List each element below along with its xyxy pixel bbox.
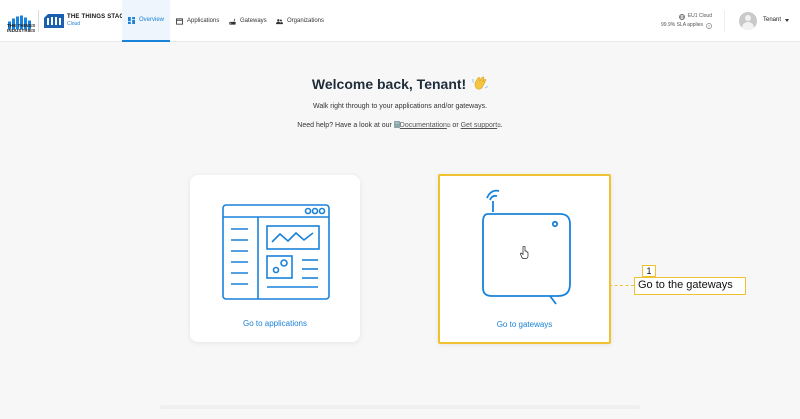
nav-organizations[interactable]: Organizations bbox=[276, 0, 336, 42]
go-to-applications-link[interactable]: Go to applications bbox=[190, 319, 360, 328]
top-header: THE THINGS INDUSTRIES THE THINGS STACK C… bbox=[0, 0, 800, 42]
help-prefix: Need help? Have a look at our bbox=[297, 122, 392, 129]
footer-divider bbox=[160, 405, 640, 409]
nav-applications-label: Applications bbox=[187, 18, 220, 24]
documentation-link[interactable]: Documentation bbox=[400, 122, 447, 129]
user-divider bbox=[724, 10, 725, 32]
tts-wordmark: THE THINGS STACK bbox=[67, 14, 129, 20]
intro-text: Walk right through to your applications … bbox=[312, 103, 488, 110]
tti-wordmark: THE THINGS INDUSTRIES bbox=[7, 23, 36, 33]
support-link[interactable]: Get support bbox=[461, 122, 498, 129]
nav-organizations-label: Organizations bbox=[287, 18, 325, 24]
help-circle-icon[interactable]: ? bbox=[706, 22, 712, 29]
globe-icon bbox=[678, 13, 685, 20]
user-name[interactable]: Tenant bbox=[763, 17, 781, 23]
cluster-info[interactable]: EU1 Cloud 99.9% SLA applies ? bbox=[661, 12, 712, 30]
nav-gateways[interactable]: Gateways bbox=[229, 0, 269, 42]
help-or: or bbox=[452, 122, 459, 129]
help-period: . bbox=[500, 122, 503, 129]
the-things-stack-logo[interactable] bbox=[44, 14, 64, 28]
user-avatar[interactable] bbox=[739, 12, 757, 30]
brand-divider bbox=[38, 10, 39, 32]
annotation-connector bbox=[609, 285, 634, 286]
welcome-text: Welcome back, Tenant! bbox=[311, 76, 467, 92]
nav-applications[interactable]: Applications bbox=[176, 0, 224, 42]
cluster-name: EU1 Cloud bbox=[687, 13, 712, 19]
nav-gateways-label: Gateways bbox=[240, 18, 267, 24]
annotation-number: 1 bbox=[642, 265, 656, 277]
chevron-down-icon[interactable] bbox=[785, 19, 789, 22]
dashboard-icon bbox=[127, 16, 135, 24]
page-title: Welcome back, Tenant! bbox=[0, 75, 800, 92]
nav-overview[interactable]: Overview bbox=[122, 0, 170, 42]
external-link-icon: ⧉ bbox=[446, 123, 451, 129]
gateways-card[interactable]: Go to gateways bbox=[438, 174, 611, 344]
application-window-icon bbox=[176, 17, 183, 25]
hand-pointer-cursor-icon bbox=[520, 246, 529, 259]
annotation-label: Go to the gateways bbox=[634, 277, 746, 295]
people-icon bbox=[276, 18, 283, 24]
application-illustration-icon bbox=[222, 204, 330, 300]
tts-edition: Cloud bbox=[67, 21, 81, 27]
nav-overview-label: Overview bbox=[138, 17, 164, 23]
sla-text: 99.9% SLA applies bbox=[661, 22, 703, 28]
go-to-gateways-link[interactable]: Go to gateways bbox=[440, 320, 609, 329]
help-text: Need help? Have a look at our Documentat… bbox=[0, 121, 800, 129]
applications-card[interactable]: Go to applications bbox=[190, 175, 360, 342]
waving-hand-icon bbox=[472, 76, 488, 90]
router-icon bbox=[229, 18, 236, 25]
